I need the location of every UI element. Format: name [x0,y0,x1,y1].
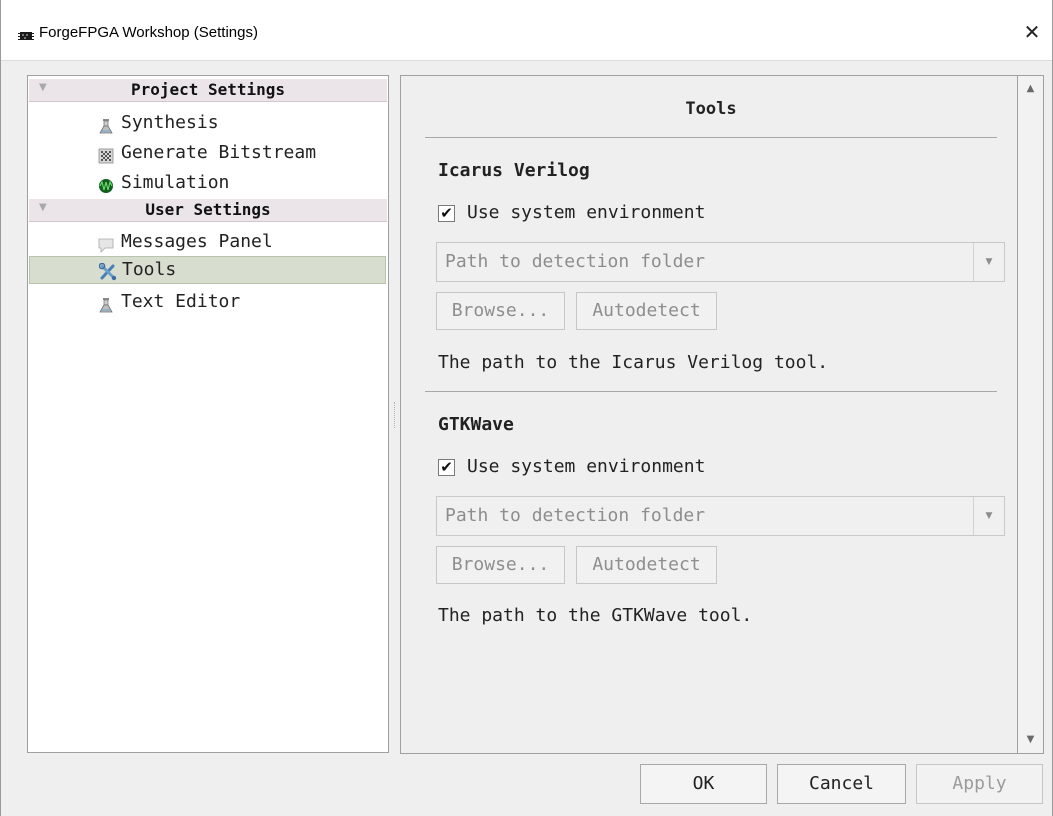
tree-item-label: Simulation [121,172,230,193]
ok-button[interactable]: OK [640,764,767,804]
scroll-up-arrow-icon[interactable]: ▲ [1018,78,1043,100]
settings-tree: ▼ Project Settings Synthesis Generate Bi… [27,75,389,753]
combobox-value: Path to detection folder [445,251,706,272]
tree-item-simulation[interactable]: Simulation [98,169,387,197]
window-title: ForgeFPGA Workshop (Settings) [39,24,258,41]
divider [425,391,997,392]
apply-button[interactable]: Apply [916,764,1043,804]
browse-button-gtkwave[interactable]: Browse... [436,546,565,584]
chevron-down-icon[interactable]: ▼ [973,497,1004,535]
speech-bubble-icon [98,234,114,253]
description-icarus: The path to the Icarus Verilog tool. [438,352,829,373]
vertical-scrollbar[interactable]: ▲ ▼ [1018,75,1044,754]
autodetect-button-gtkwave[interactable]: Autodetect [576,546,717,584]
flask-icon [98,294,114,313]
section-title-gtkwave: GTKWave [438,414,514,435]
browse-button-icarus[interactable]: Browse... [436,292,565,330]
tree-item-label: Synthesis [121,112,219,133]
cancel-button[interactable]: Cancel [777,764,906,804]
autodetect-button-icarus[interactable]: Autodetect [576,292,717,330]
checkmark-icon[interactable]: ✔ [438,459,455,476]
waveform-icon [98,175,114,193]
title-bar: ForgeFPGA Workshop (Settings) ✕ [1,0,1052,61]
tree-item-label: Text Editor [121,291,241,312]
bitstream-icon [98,145,114,164]
close-button[interactable]: ✕ [1012,14,1052,50]
flask-icon [98,115,114,134]
tree-item-text-editor[interactable]: Text Editor [98,288,387,316]
chevron-down-icon[interactable]: ▼ [973,243,1004,281]
tree-group-label: Project Settings [130,80,286,99]
path-combobox-icarus[interactable]: Path to detection folder ▼ [436,242,1005,282]
path-combobox-gtkwave[interactable]: Path to detection folder ▼ [436,496,1005,536]
tree-item-messages-panel[interactable]: Messages Panel [98,228,387,256]
tree-item-tools[interactable]: Tools [29,256,386,284]
tree-item-generate-bitstream[interactable]: Generate Bitstream [98,139,387,167]
tree-item-label: Messages Panel [121,231,273,252]
checkbox-label: Use system environment [467,456,706,477]
tree-item-label: Tools [122,259,177,280]
page-title: Tools [685,99,737,119]
combobox-value: Path to detection folder [445,505,706,526]
description-gtkwave: The path to the GTKWave tool. [438,605,753,626]
tree-item-synthesis[interactable]: Synthesis [98,109,387,137]
app-chip-icon [18,27,34,46]
tree-group-label: User Settings [145,200,271,219]
checkbox-label: Use system environment [467,202,706,223]
tools-icon [98,262,117,281]
divider [425,137,997,138]
tree-item-label: Generate Bitstream [121,142,317,163]
scroll-down-arrow-icon[interactable]: ▼ [1018,729,1043,751]
splitter-handle[interactable] [394,402,397,428]
tree-group-user-settings[interactable]: ▼ User Settings [29,199,387,222]
settings-window: ForgeFPGA Workshop (Settings) ✕ ▼ Projec… [0,0,1053,816]
checkmark-icon[interactable]: ✔ [438,205,455,222]
tree-group-project-settings[interactable]: ▼ Project Settings [29,79,387,102]
section-title-icarus-verilog: Icarus Verilog [438,160,590,181]
